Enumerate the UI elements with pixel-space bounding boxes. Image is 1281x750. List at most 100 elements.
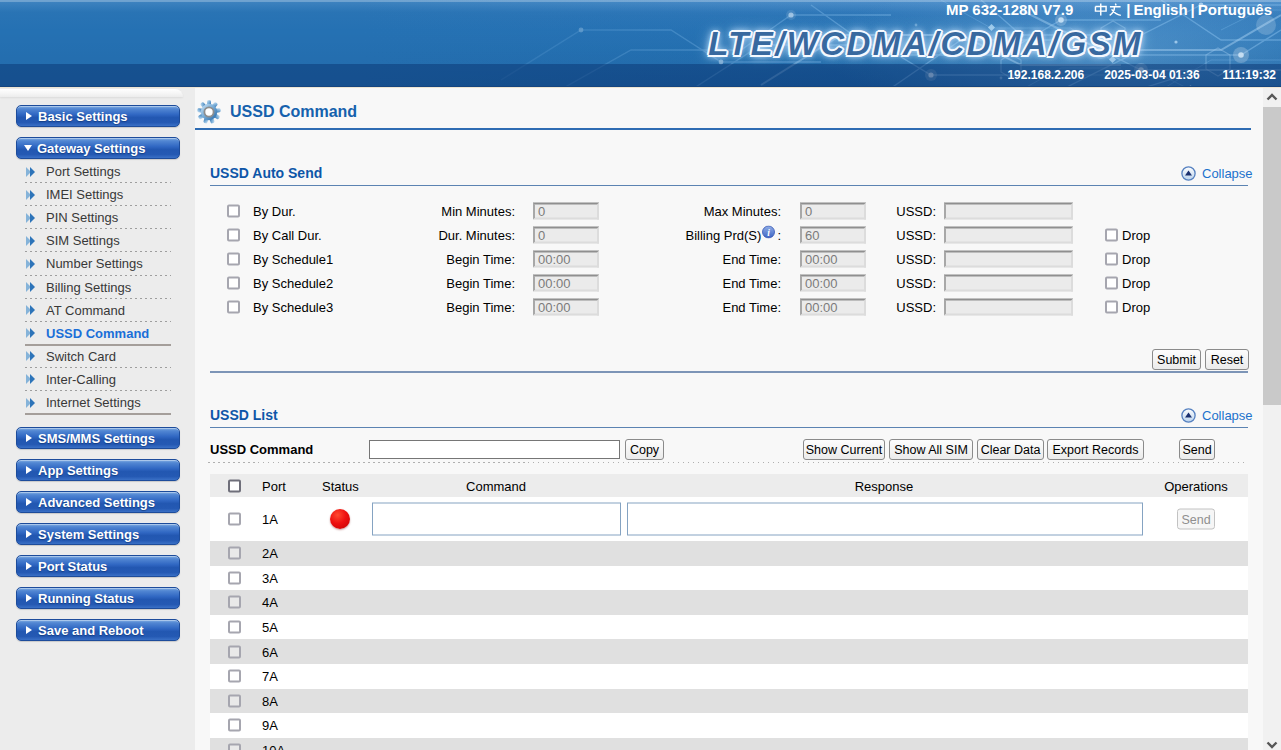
sidebar-menu-running-status[interactable]: Running Status	[16, 587, 180, 609]
ussd-input	[944, 251, 1073, 268]
double-arrow-icon	[26, 259, 35, 269]
sidebar-menu-system-settings[interactable]: System Settings	[16, 523, 180, 545]
port-cell: 5A	[262, 620, 278, 635]
sidebar-item-ussd-command[interactable]: USSD Command	[0, 322, 195, 345]
row-checkbox[interactable]	[228, 744, 241, 750]
select-all-checkbox[interactable]	[228, 479, 241, 492]
row-checkbox[interactable]	[228, 621, 241, 634]
ussd-input	[944, 299, 1073, 316]
drop-checkbox[interactable]	[1105, 229, 1118, 242]
chevron-right-icon	[26, 562, 32, 570]
sidebar-item-pin-settings[interactable]: PIN Settings	[0, 206, 195, 229]
sidebar-menu-save-and-reboot[interactable]: Save and Reboot	[16, 619, 180, 641]
chevron-right-icon	[26, 498, 32, 506]
row-checkbox[interactable]	[228, 513, 241, 526]
auto-send-row: By Schedule2Begin Time:00:00End Time:00:…	[195, 271, 1263, 295]
sidebar-menu-label: System Settings	[38, 527, 139, 542]
export-records-button[interactable]: Export Records	[1047, 439, 1144, 460]
row-checkbox[interactable]	[228, 719, 241, 732]
by-schedule3-checkbox[interactable]	[227, 301, 240, 314]
double-arrow-icon	[26, 305, 35, 315]
sidebar-item-inter-calling[interactable]: Inter-Calling	[0, 368, 195, 391]
row-checkbox[interactable]	[228, 547, 241, 560]
drop-label: Drop	[1122, 252, 1150, 267]
submenu-separator	[25, 413, 171, 415]
port-cell: 10A	[262, 743, 285, 750]
lang-english[interactable]: English	[1133, 1, 1187, 18]
row-checkbox[interactable]	[228, 571, 241, 584]
ussd-command-input[interactable]	[369, 440, 620, 459]
field1-input: 0	[533, 203, 599, 220]
ussd-list-underline	[210, 427, 1248, 428]
sidebar-menu-sms-mms-settings[interactable]: SMS/MMS Settings	[16, 427, 180, 449]
row-checkbox[interactable]	[228, 596, 241, 609]
svg-text:i: i	[768, 228, 771, 238]
sidebar-item-internet-settings[interactable]: Internet Settings	[0, 391, 195, 414]
sidebar-item-port-settings[interactable]: Port Settings	[0, 160, 195, 183]
table-row-port-10a: 10A	[210, 738, 1248, 750]
collapse-label: Collapse	[1202, 408, 1253, 423]
vertical-scrollbar[interactable]	[1263, 88, 1281, 750]
sidebar-item-number-settings[interactable]: Number Settings	[0, 252, 195, 275]
field2-label: End Time:	[615, 252, 781, 267]
auto-send-row: By Schedule3Begin Time:00:00End Time:00:…	[195, 295, 1263, 319]
row-checkbox[interactable]	[228, 645, 241, 658]
sidebar-item-sim-settings[interactable]: SIM Settings	[0, 229, 195, 252]
by-call-dur--checkbox[interactable]	[227, 229, 240, 242]
lang-chinese[interactable]	[1094, 2, 1123, 17]
by-schedule2-checkbox[interactable]	[227, 277, 240, 290]
main-content: USSD Command USSD Auto Send Collapse By …	[195, 88, 1263, 750]
port-header: Port	[262, 478, 286, 493]
copy-button[interactable]: Copy	[625, 439, 664, 460]
chevron-right-icon	[26, 112, 32, 120]
sidebar-menu-basic-settings[interactable]: Basic Settings	[16, 105, 180, 127]
lang-portuguese[interactable]: Português	[1198, 1, 1272, 18]
sidebar-item-imei-settings[interactable]: IMEI Settings	[0, 183, 195, 206]
language-links: | English | Português	[1094, 1, 1272, 18]
port-cell: 2A	[262, 546, 278, 561]
row-checkbox[interactable]	[228, 670, 241, 683]
scrollbar-down-arrow[interactable]	[1263, 736, 1281, 750]
ussd-label: USSD:	[855, 300, 936, 315]
sidebar-menu-gateway-settings[interactable]: Gateway Settings	[16, 137, 180, 159]
row-checkbox[interactable]	[228, 694, 241, 707]
double-arrow-icon	[26, 282, 35, 292]
scrollbar-up-arrow[interactable]	[1263, 88, 1281, 105]
submit-button[interactable]: Submit	[1152, 349, 1201, 370]
table-row-port-5a: 5A	[210, 615, 1248, 640]
response-input[interactable]	[627, 503, 1143, 536]
uptime: 111:19:32	[1223, 68, 1276, 82]
field1-label: Dur. Minutes:	[350, 228, 515, 243]
scrollbar-thumb[interactable]	[1263, 107, 1281, 405]
ussd-label: USSD:	[855, 252, 936, 267]
sidebar-menu-port-status[interactable]: Port Status	[16, 555, 180, 577]
ussd-list-collapse-link[interactable]: Collapse	[1181, 408, 1253, 423]
sidebar-menu-app-settings[interactable]: App Settings	[16, 459, 180, 481]
sidebar-item-at-command[interactable]: AT Command	[0, 299, 195, 322]
show-all-sim-button[interactable]: Show All SIM	[889, 439, 973, 460]
reset-button[interactable]: Reset	[1205, 349, 1249, 370]
sidebar-item-label: USSD Command	[46, 326, 149, 341]
clear-data-button[interactable]: Clear Data	[977, 439, 1044, 460]
drop-checkbox[interactable]	[1105, 301, 1118, 314]
sidebar-item-billing-settings[interactable]: Billing Settings	[0, 276, 195, 299]
toolbar-dotted-line	[208, 462, 1246, 463]
sidebar-item-switch-card[interactable]: Switch Card	[0, 345, 195, 368]
collapse-up-icon	[1181, 166, 1196, 181]
drop-checkbox[interactable]	[1105, 253, 1118, 266]
sidebar-menu-advanced-settings[interactable]: Advanced Settings	[16, 491, 180, 513]
port-cell: 3A	[262, 570, 278, 585]
auto-send-collapse-link[interactable]: Collapse	[1181, 166, 1253, 181]
show-current-button[interactable]: Show Current	[803, 439, 885, 460]
operations-header: Operations	[1141, 478, 1251, 493]
by-dur--checkbox[interactable]	[227, 205, 240, 218]
port-cell: 1A	[262, 512, 278, 527]
by-schedule1-checkbox[interactable]	[227, 253, 240, 266]
command-input[interactable]	[372, 503, 621, 536]
send-button[interactable]: Send	[1179, 439, 1215, 460]
drop-checkbox[interactable]	[1105, 277, 1118, 290]
page-title: USSD Command	[230, 103, 357, 121]
double-arrow-icon	[26, 236, 35, 246]
auto-send-row-label: By Schedule2	[253, 276, 333, 291]
chinese-glyphs-icon	[1094, 2, 1123, 17]
